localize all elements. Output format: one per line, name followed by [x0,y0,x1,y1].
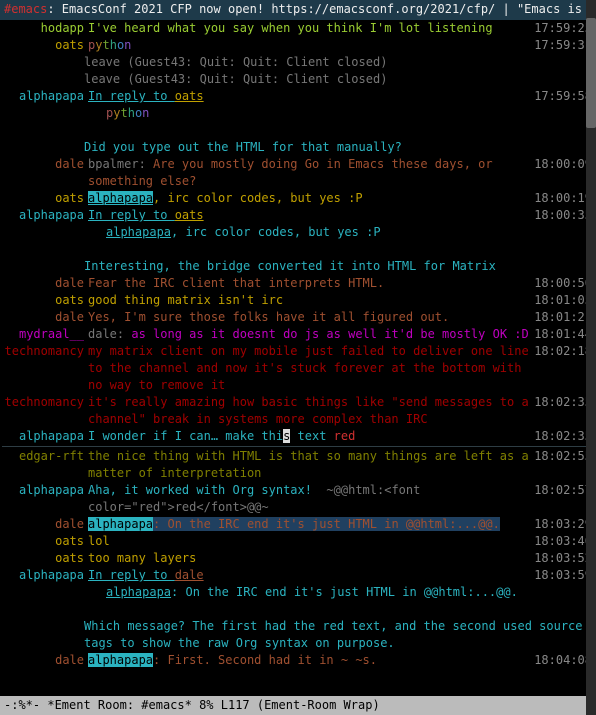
chat-line: technomancy my matrix client on my mobil… [2,343,594,394]
timestamp: 18:01:05 [534,292,594,309]
chat-line: alphapapa In reply to oats 17:59:58 [2,88,594,105]
chat-line: dale bpalmer: Are you mostly doing Go in… [2,156,594,190]
timestamp: 18:04:08 [534,652,594,669]
timestamp: 18:02:35 [534,428,594,445]
chat-line: dale alphapapa: On the IRC end it's just… [2,516,594,533]
chat-line: alphapapa I wonder if I can… make this t… [2,428,594,445]
nick: technomancy [2,343,88,360]
timestamp: 18:02:35 [534,394,594,411]
nick: alphapapa [2,567,88,584]
nick: dale [2,652,88,669]
chat-line: alphapapa In reply to dale 18:03:59 [2,567,594,584]
separator [2,446,594,447]
nick: alphapapa [2,207,88,224]
nick: mydraal__ [2,326,88,343]
chat-line: alphapapa Aha, it worked with Org syntax… [2,482,594,516]
chat-line: oats too many layers 18:03:52 [2,550,594,567]
topic-text: : EmacsConf 2021 CFP now open! https://e… [47,2,596,16]
mode-line: -:%*- *Ement Room: #emacs* 8% L117 (Emen… [0,696,596,715]
system-line: leave (Guest43: Quit: Quit: Client close… [2,71,594,88]
rainbow-word: python [88,37,534,54]
mention[interactable]: alphapapa [106,225,171,239]
mention[interactable]: alphapapa [88,191,153,205]
nick: dale [2,275,88,292]
nick: dale [2,516,88,533]
timestamp: 18:03:52 [534,550,594,567]
chat-line: edgar-rft the nice thing with HTML is th… [2,448,594,482]
chat-line: technomancy it's really amazing how basi… [2,394,594,428]
timestamp: 18:00:50 [534,275,594,292]
chat-log[interactable]: hodapp I've heard what you say when you … [0,20,596,695]
mention[interactable]: alphapapa [88,653,153,667]
timestamp: 18:00:35 [534,207,594,224]
timestamp: 17:59:31 [534,37,594,54]
title-bar: #emacs: EmacsConf 2021 CFP now open! htt… [0,0,596,20]
timestamp: 18:01:44 [534,326,594,343]
timestamp: 18:00:19 [534,190,594,207]
nick: edgar-rft [2,448,88,465]
scrollbar[interactable] [586,0,596,715]
nick: dale [2,309,88,326]
system-line: leave (Guest43: Quit: Quit: Client close… [2,54,594,71]
nick: alphapapa [2,88,88,105]
timestamp: 18:02:18 [534,343,594,360]
target-nick[interactable]: oats [175,89,204,103]
reply-link[interactable]: In reply to [88,208,175,222]
timestamp: 18:02:57 [534,482,594,499]
timestamp: 17:59:25 [534,20,594,37]
chat-line: mydraal__ dale: as long as it doesnt do … [2,326,594,343]
mention[interactable]: alphapapa [106,585,171,599]
nick: oats [2,550,88,567]
chat-line: oats good thing matrix isn't irc 18:01:0… [2,292,594,309]
timestamp: 18:03:59 [534,567,594,584]
chat-line: oats alphapapa, irc color codes, but yes… [2,190,594,207]
timestamp: 18:00:09 [534,156,594,173]
chat-line: dale Yes, I'm sure those folks have it a… [2,309,594,326]
timestamp: 18:03:46 [534,533,594,550]
target-nick[interactable]: dale [175,568,204,582]
nick: alphapapa [2,428,88,445]
timestamp: 18:01:21 [534,309,594,326]
chat-line: alphapapa In reply to oats 18:00:35 [2,207,594,224]
scrollbar-thumb[interactable] [586,18,596,128]
timestamp: 17:59:58 [534,88,594,105]
chat-line: hodapp I've heard what you say when you … [2,20,594,37]
nick: hodapp [2,20,88,37]
reply-link[interactable]: In reply to [88,89,175,103]
chat-line: dale alphapapa: First. Second had it in … [2,652,594,669]
chat-line: oats python 17:59:31 [2,37,594,54]
target-nick[interactable]: oats [175,208,204,222]
rainbow-word: python [106,105,594,122]
chat-line: dale Fear the IRC client that interprets… [2,275,594,292]
mention[interactable]: alphapapa [88,517,153,531]
nick: oats [2,190,88,207]
nick: oats [2,292,88,309]
timestamp: 18:02:55 [534,448,594,465]
nick: oats [2,37,88,54]
timestamp: 18:03:29 [534,516,594,533]
chat-line: oats lol 18:03:46 [2,533,594,550]
nick: dale [2,156,88,173]
nick: technomancy [2,394,88,411]
nick: oats [2,533,88,550]
reply-link[interactable]: In reply to [88,568,175,582]
nick: alphapapa [2,482,88,499]
channel-name: #emacs [4,2,47,16]
